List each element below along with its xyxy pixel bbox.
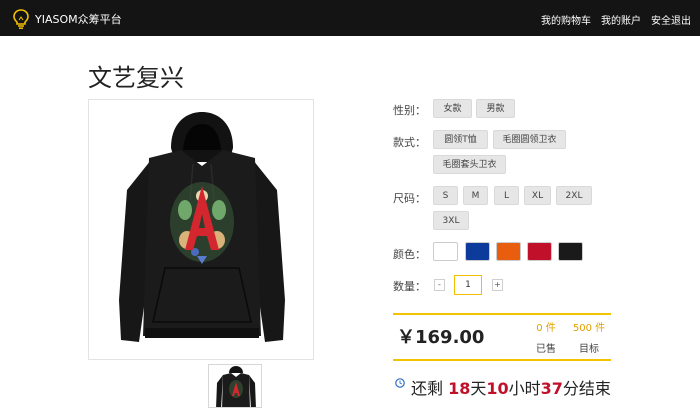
price-bottom-divider (393, 359, 611, 361)
size-option-2xl[interactable]: 2XL (556, 186, 592, 205)
price-top-divider (393, 313, 611, 315)
target-count: 500 件 (572, 323, 606, 334)
brand-name[interactable]: YIASOM众筹平台 (35, 11, 122, 27)
target-caption: 目标 (579, 344, 599, 355)
product-main-image (88, 99, 314, 360)
sold-count: 0 件 (536, 323, 556, 334)
top-nav-bar: YIASOM众筹平台 我的购物车 我的账户 安全退出 (0, 0, 700, 36)
countdown-text: 还剩 18天10小时37分结束 (411, 375, 611, 399)
price-value: ￥169.00 (397, 327, 485, 348)
clock-icon (395, 378, 405, 388)
size-option-l[interactable]: L (494, 186, 519, 205)
hoodie-thumbnail-image (216, 366, 256, 407)
countdown-hours-unit: 小时 (508, 379, 541, 398)
gender-option-male[interactable]: 男款 (476, 99, 515, 118)
gender-option-female[interactable]: 女款 (433, 99, 472, 118)
quantity-label: 数量： (393, 280, 426, 293)
countdown-prefix: 还剩 (411, 379, 449, 398)
hoodie-image (119, 112, 285, 342)
size-option-3xl[interactable]: 3XL (433, 211, 469, 230)
nav-logout-link[interactable]: 安全退出 (651, 12, 691, 27)
color-swatch-white[interactable] (433, 242, 458, 261)
size-option-m[interactable]: M (463, 186, 488, 205)
color-swatch-orange[interactable] (496, 242, 521, 261)
product-title: 文艺复兴 (88, 64, 184, 92)
nav-cart-link[interactable]: 我的购物车 (541, 12, 591, 27)
quantity-input[interactable] (454, 275, 482, 295)
size-label: 尺码： (393, 192, 426, 205)
quantity-increment-button[interactable]: + (492, 279, 503, 291)
lightbulb-logo-icon[interactable] (10, 8, 32, 30)
style-option-tshirt[interactable]: 圆领T恤 (433, 130, 488, 149)
nav-account-link[interactable]: 我的账户 (601, 12, 641, 27)
countdown-days: 18 (448, 379, 471, 398)
size-option-s[interactable]: S (433, 186, 458, 205)
color-swatch-black[interactable] (558, 242, 583, 261)
gender-label: 性别： (393, 104, 426, 117)
countdown-minutes: 37 (540, 379, 563, 398)
style-label: 款式： (393, 136, 426, 149)
quantity-decrement-button[interactable]: - (434, 279, 445, 291)
countdown-hours: 10 (486, 379, 509, 398)
product-thumbnail[interactable] (208, 364, 262, 408)
color-label: 颜色： (393, 248, 426, 261)
countdown-minutes-unit: 分结束 (562, 379, 611, 398)
color-swatch-blue[interactable] (465, 242, 490, 261)
style-option-hoodie[interactable]: 毛圈套头卫衣 (433, 155, 506, 174)
style-option-crewneck-sweatshirt[interactable]: 毛圈圆领卫衣 (493, 130, 566, 149)
countdown-days-unit: 天 (470, 379, 487, 398)
color-swatch-red[interactable] (527, 242, 552, 261)
sold-caption: 已售 (536, 344, 556, 355)
size-option-xl[interactable]: XL (524, 186, 551, 205)
